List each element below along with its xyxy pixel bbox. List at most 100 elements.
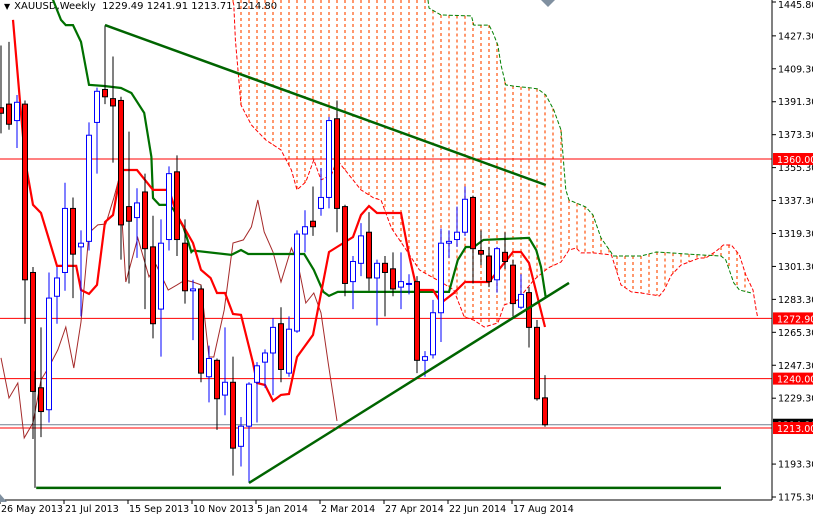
bullish-candle-body bbox=[438, 242, 444, 314]
bearish-candle-body bbox=[366, 231, 372, 279]
time-tick-label: 21 Jul 2013 bbox=[65, 504, 119, 515]
bullish-candle-body bbox=[422, 356, 428, 361]
bullish-candle-body bbox=[358, 235, 364, 264]
bearish-candle-body bbox=[150, 246, 156, 325]
price-axis[interactable]: 1445.801427.301409.301391.301373.301355.… bbox=[772, 0, 813, 504]
bearish-candle-body bbox=[502, 251, 508, 262]
bearish-candle-body bbox=[478, 250, 484, 255]
price-tick-label: 1229.30 bbox=[778, 394, 813, 405]
time-tick-label: 2 Mar 2014 bbox=[321, 504, 375, 515]
time-tick-label: 10 Nov 2013 bbox=[193, 504, 254, 515]
bullish-candle-body bbox=[134, 202, 140, 219]
price-tick-label: 1391.30 bbox=[778, 97, 813, 108]
price-chart[interactable]: 1445.801427.301409.301391.301373.301355.… bbox=[0, 0, 813, 516]
trendlines[interactable] bbox=[34, 23, 721, 490]
bearish-candle-body bbox=[382, 262, 388, 273]
bearish-candle-body bbox=[390, 268, 396, 290]
time-tick-label: 5 Jan 2014 bbox=[257, 504, 308, 515]
bearish-candle-body bbox=[110, 98, 116, 107]
bullish-candle-body bbox=[286, 328, 292, 374]
price-tick-label: 1319.30 bbox=[778, 229, 813, 240]
trendline-descending-resistance[interactable] bbox=[104, 23, 547, 187]
bullish-candle-body bbox=[254, 365, 260, 383]
price-tag-label: 1360.00 bbox=[777, 155, 813, 166]
bearish-candle-body bbox=[70, 207, 76, 255]
bearish-candle-body bbox=[142, 191, 148, 250]
bullish-candle-body bbox=[166, 173, 172, 241]
price-tick-label: 1265.30 bbox=[778, 328, 813, 339]
scroll-corner-icon bbox=[0, 494, 7, 502]
time-tick-label: 15 Sep 2013 bbox=[129, 504, 189, 515]
price-tick-label: 1283.30 bbox=[778, 295, 813, 306]
price-tick-label: 1337.30 bbox=[778, 196, 813, 207]
bullish-candle-body bbox=[14, 101, 20, 122]
price-tag-label: 1213.00 bbox=[777, 424, 813, 435]
senkou-span-b-line bbox=[427, 0, 752, 294]
bullish-candle-body bbox=[430, 312, 436, 356]
bullish-candle-body bbox=[86, 134, 92, 242]
bullish-candle-body bbox=[158, 242, 164, 310]
price-tick-label: 1427.30 bbox=[778, 31, 813, 42]
bullish-candle-body bbox=[246, 383, 252, 427]
bearish-candle-body bbox=[0, 107, 4, 114]
bullish-candle-body bbox=[350, 260, 356, 283]
bullish-candle-body bbox=[62, 207, 68, 273]
price-tag-label: 1240.00 bbox=[777, 375, 813, 386]
price-tick-label: 1247.30 bbox=[778, 361, 813, 372]
bullish-candle-body bbox=[446, 240, 452, 244]
bullish-candle-body bbox=[494, 248, 500, 281]
bearish-candle-body bbox=[230, 381, 236, 449]
price-tick-label: 1445.80 bbox=[778, 0, 813, 11]
bearish-candle-body bbox=[174, 171, 180, 241]
bullish-candle-body bbox=[462, 198, 468, 233]
bullish-candle-body bbox=[398, 281, 404, 288]
bullish-candle-body bbox=[46, 297, 52, 411]
bullish-candle-body bbox=[262, 352, 268, 363]
price-tick-label: 1175.30 bbox=[778, 493, 813, 504]
time-tick-label: 27 Apr 2014 bbox=[385, 504, 444, 515]
price-tick-label: 1409.30 bbox=[778, 64, 813, 75]
bearish-candle-body bbox=[510, 264, 516, 305]
time-axis[interactable]: 26 May 2013 21 Jul 2013 15 Sep 2013 10 Nov … bbox=[0, 500, 574, 515]
bearish-candle-body bbox=[278, 323, 284, 370]
bearish-candle-body bbox=[182, 242, 188, 292]
bearish-candle-body bbox=[534, 326, 540, 400]
bearish-candle-body bbox=[198, 288, 204, 374]
price-tag-label: 1272.90 bbox=[777, 314, 813, 325]
bullish-candle-body bbox=[406, 282, 412, 285]
bullish-candle-body bbox=[206, 357, 212, 378]
bullish-candle-body bbox=[270, 326, 276, 354]
bearish-candle-body bbox=[310, 220, 316, 228]
bearish-candle-body bbox=[22, 103, 28, 281]
bearish-candle-body bbox=[126, 206, 132, 222]
bullish-candle-body bbox=[190, 288, 196, 292]
bullish-candle-body bbox=[78, 242, 84, 248]
bullish-candle-body bbox=[54, 277, 60, 297]
time-tick-label: 17 Aug 2014 bbox=[513, 504, 574, 515]
bullish-candle-body bbox=[318, 196, 324, 209]
bullish-candle-body bbox=[94, 90, 100, 123]
time-tick-label: 26 May 2013 bbox=[1, 504, 63, 515]
bearish-candle-body bbox=[342, 206, 348, 284]
bullish-candle-body bbox=[454, 231, 460, 241]
bearish-candle-body bbox=[414, 281, 420, 361]
time-tick-label: 22 Jun 2014 bbox=[449, 504, 506, 515]
bearish-candle-body bbox=[38, 387, 44, 413]
bearish-candle-body bbox=[102, 88, 108, 98]
bearish-candle-body bbox=[118, 99, 124, 226]
price-tick-label: 1301.30 bbox=[778, 262, 813, 273]
bullish-candle-body bbox=[222, 381, 228, 396]
price-tick-label: 1193.30 bbox=[778, 460, 813, 471]
bearish-candle-body bbox=[542, 397, 548, 426]
price-tick-label: 1373.30 bbox=[778, 130, 813, 141]
chart-shift-marker-icon[interactable] bbox=[541, 0, 555, 7]
bullish-candle-body bbox=[294, 233, 300, 332]
bearish-candle-body bbox=[214, 359, 220, 400]
bullish-candle-body bbox=[238, 425, 244, 447]
bearish-candle-body bbox=[6, 103, 12, 125]
bearish-candle-body bbox=[470, 196, 476, 250]
bearish-candle-body bbox=[486, 255, 492, 283]
bullish-candle-body bbox=[518, 293, 524, 308]
bearish-candle-body bbox=[334, 118, 340, 209]
bullish-candle-body bbox=[326, 120, 332, 198]
